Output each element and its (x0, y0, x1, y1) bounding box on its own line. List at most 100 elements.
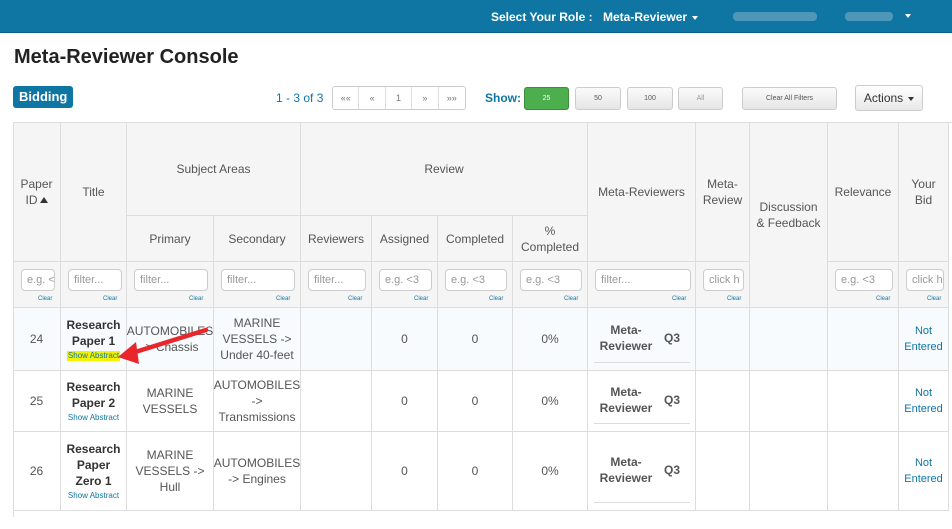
table-cell-reviewers (301, 371, 372, 432)
last-page-button[interactable]: »» (438, 87, 465, 109)
column-header-completed[interactable]: Completed (438, 216, 513, 262)
column-header-relevance[interactable]: Relevance (828, 122, 899, 262)
reviewers-filter-input[interactable]: filter... (308, 269, 366, 291)
show-abstract-link[interactable]: Show Abstract (68, 491, 119, 501)
actions-label: Actions (863, 91, 904, 105)
chevron-down-icon (908, 96, 915, 101)
cell-value-id: 25 (29, 394, 44, 408)
cell-value-completed: 0 (471, 332, 479, 346)
next-page-button[interactable]: » (412, 87, 439, 109)
clear-filter-link[interactable]: Clear (103, 296, 117, 302)
table-cell-meta: Meta-Reviewer Q3 (588, 432, 696, 511)
table-cell-meta: Meta-Reviewer Q3 (588, 371, 696, 432)
blurred-user-menu[interactable] (845, 12, 893, 21)
bid-link[interactable]: Not Entered (894, 385, 952, 417)
pct-completed-filter-input[interactable]: e.g. <3 (520, 269, 582, 291)
table-cell-assigned: 0 (372, 371, 438, 432)
cell-value-secondary: AUTOMOBILES -> Transmissions (213, 378, 301, 424)
table-cell-relevance (828, 308, 899, 371)
pagination: «« « 1 » »» (332, 86, 466, 110)
clear-filter-link[interactable]: Clear (876, 296, 890, 302)
page-1-button[interactable]: 1 (385, 87, 413, 109)
prev-page-button[interactable]: « (359, 87, 386, 109)
cell-value-pct: 0% (541, 394, 559, 408)
primary-filter-input[interactable]: filter... (134, 269, 208, 291)
cell-value-assigned: 0 (401, 394, 408, 408)
show-50-button[interactable]: 50 (575, 87, 621, 110)
meta-reviewers-filter-input[interactable]: filter... (595, 269, 691, 291)
column-group-subject-areas: Subject Areas (127, 122, 301, 216)
table-cell-bid: Not Entered (899, 432, 949, 511)
role-label: Select Your Role : (491, 10, 593, 24)
clear-filter-link[interactable]: Clear (672, 296, 686, 302)
clear-filter-link[interactable]: Clear (348, 296, 362, 302)
your-bid-filter-input[interactable]: click h (906, 269, 944, 291)
column-header-primary[interactable]: Primary (127, 216, 214, 262)
column-header-meta-review[interactable]: Meta-Review (696, 122, 750, 262)
bid-link[interactable]: Not Entered (894, 455, 952, 487)
show-all-button[interactable]: All (678, 87, 723, 110)
secondary-filter-input[interactable]: filter... (221, 269, 295, 291)
show-25-button[interactable]: 25 (524, 87, 569, 110)
clear-filter-link[interactable]: Clear (189, 296, 203, 302)
table-cell-primary: AUTOMOBILES -> Chassis (127, 308, 214, 371)
cell-value-secondary: MARINE VESSELS -> Under 40-feet (220, 316, 294, 362)
table-cell-meta_review (696, 371, 750, 432)
clear-filter-link[interactable]: Clear (564, 296, 578, 302)
show-abstract-link[interactable]: Show Abstract (66, 351, 121, 361)
column-header-your-bid[interactable]: Your Bid (899, 122, 949, 262)
bid-link[interactable]: Not Entered (894, 323, 952, 355)
paper-id-filter-input[interactable]: e.g. < (21, 269, 55, 291)
title-filter-input[interactable]: filter... (68, 269, 122, 291)
role-dropdown[interactable]: Meta-Reviewer (603, 10, 699, 24)
table-cell-id: 24 (13, 308, 61, 371)
column-header-meta-reviewers[interactable]: Meta-Reviewers (588, 122, 696, 262)
first-page-button[interactable]: «« (333, 87, 360, 109)
show-100-button[interactable]: 100 (627, 87, 673, 110)
table-cell-discussion (750, 308, 828, 371)
meta-reviewer-name: Meta-Reviewer (599, 385, 653, 415)
table-cell-assigned: 0 (372, 308, 438, 371)
cell-value-assigned: 0 (401, 332, 408, 346)
table-cell-title: Research Paper Zero 1 Show Abstract (61, 432, 127, 511)
clear-filter-link[interactable]: Clear (727, 296, 741, 302)
meta-review-filter-input[interactable]: click h (703, 269, 744, 291)
meta-reviewer-name: Meta-Reviewer (599, 323, 653, 353)
table-cell-meta_review (696, 432, 750, 511)
clear-filter-link[interactable]: Clear (927, 296, 941, 302)
table-cell-id: 25 (13, 371, 61, 432)
table-cell-relevance (828, 432, 899, 511)
column-header-discussion[interactable]: Discussion & Feedback (750, 122, 828, 308)
bidding-badge[interactable]: Bidding (13, 86, 74, 108)
cell-value-primary: MARINE VESSELS -> Hull (135, 448, 205, 494)
column-header-pct-completed[interactable]: % Completed (513, 216, 588, 262)
table-cell-completed: 0 (438, 308, 513, 371)
table-cell-discussion (750, 432, 828, 511)
clear-filter-link[interactable]: Clear (38, 296, 52, 302)
clear-filter-link[interactable]: Clear (414, 296, 428, 302)
top-navigation-bar: Select Your Role : Meta-Reviewer (0, 0, 952, 33)
show-abstract-link[interactable]: Show Abstract (68, 413, 119, 423)
clear-filter-link[interactable]: Clear (489, 296, 503, 302)
table-cell-bid: Not Entered (899, 371, 949, 432)
assigned-filter-input[interactable]: e.g. <3 (379, 269, 432, 291)
table-cell-bid: Not Entered (899, 308, 949, 371)
relevance-filter-input[interactable]: e.g. <3 (835, 269, 893, 291)
table-cell-pct: 0% (513, 432, 588, 511)
clear-filter-link[interactable]: Clear (276, 296, 290, 302)
column-header-reviewers[interactable]: Reviewers (301, 216, 372, 262)
chevron-down-icon[interactable] (905, 14, 911, 18)
actions-dropdown[interactable]: Actions (855, 85, 923, 111)
cell-value-secondary: AUTOMOBILES -> Engines (213, 456, 301, 486)
clear-all-filters-button[interactable]: Clear All Filters (742, 87, 837, 110)
paper-id-header-label: Paper ID (20, 176, 53, 207)
column-header-secondary[interactable]: Secondary (214, 216, 301, 262)
column-group-review: Review (301, 122, 588, 216)
column-header-assigned[interactable]: Assigned (372, 216, 438, 262)
completed-filter-input[interactable]: e.g. <3 (445, 269, 507, 291)
paper-title: Research Paper 2 (66, 380, 121, 410)
cell-value-assigned: 0 (401, 464, 408, 478)
column-header-title[interactable]: Title (61, 122, 127, 262)
page-title: Meta-Reviewer Console (14, 46, 239, 68)
column-header-paper-id[interactable]: Paper ID (13, 122, 61, 262)
